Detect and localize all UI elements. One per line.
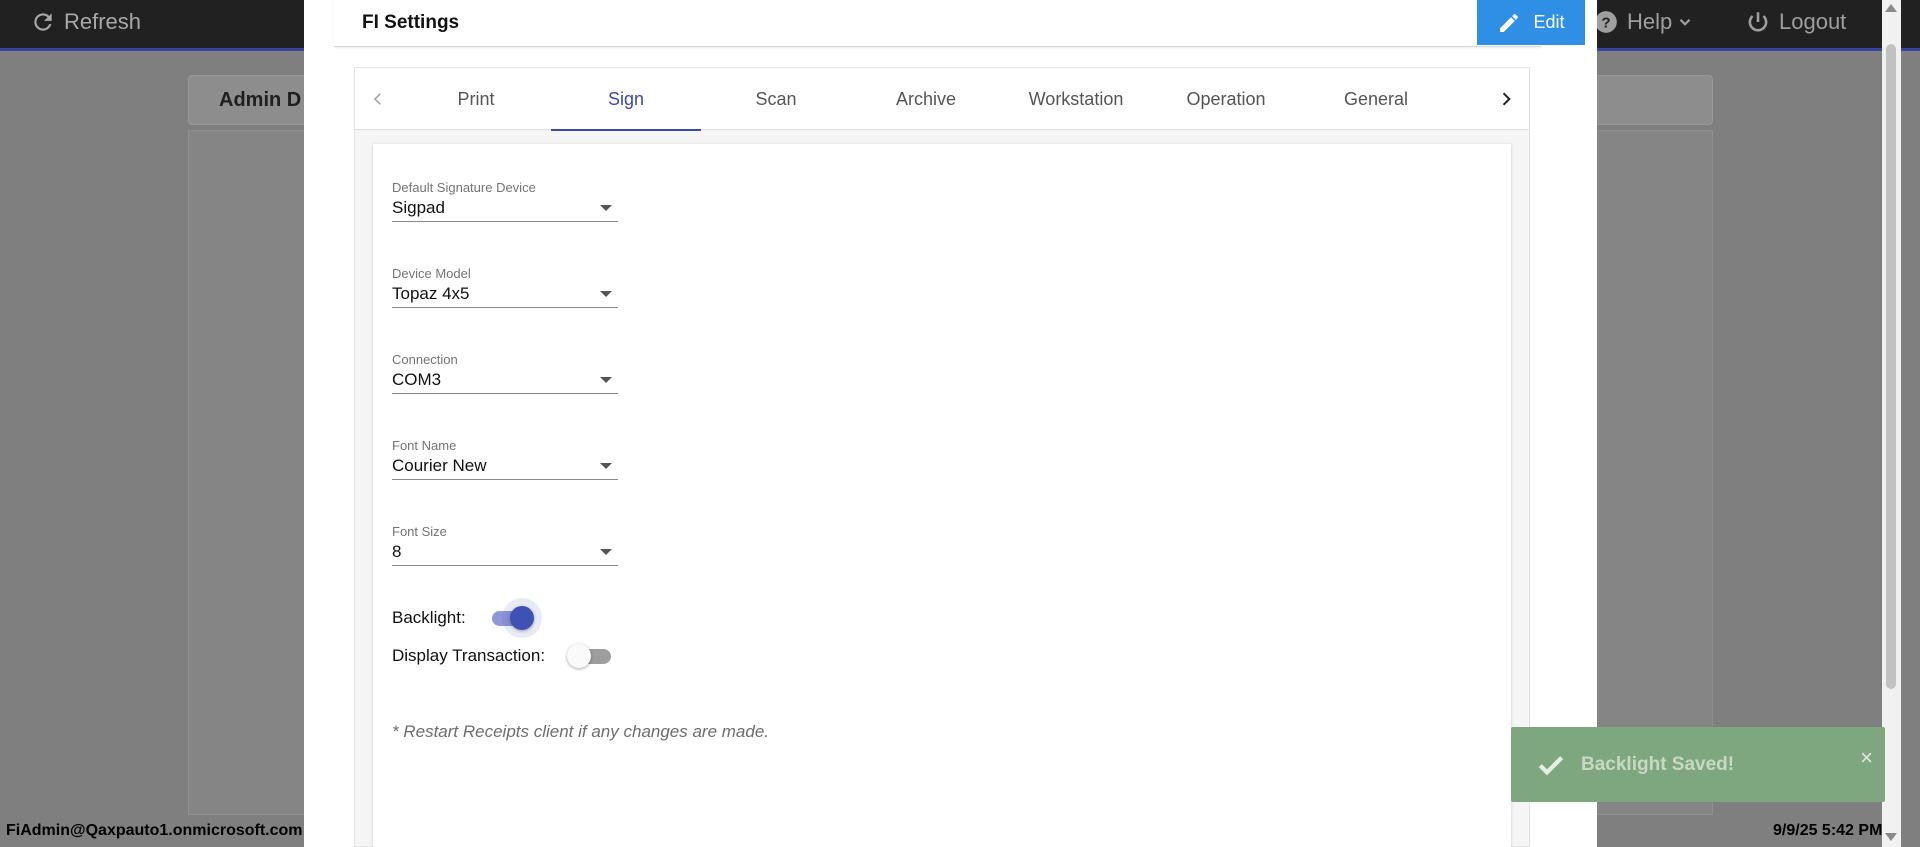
- close-icon[interactable]: ×: [1860, 747, 1873, 769]
- dropdown-arrow-icon: [600, 377, 612, 383]
- restart-note: * Restart Receipts client if any changes…: [392, 722, 770, 741]
- display-transaction-toggle[interactable]: [567, 644, 612, 668]
- user-email: FiAdmin@Qaxpauto1.onmicrosoft.com: [6, 822, 303, 839]
- logout-label: Logout: [1779, 9, 1847, 34]
- pencil-icon: [1500, 13, 1519, 32]
- default-signature-device-select[interactable]: Default Signature Device Sigpad: [392, 180, 618, 222]
- tab-scroll-right-button[interactable]: [1483, 68, 1529, 130]
- select-box: 8: [392, 539, 618, 566]
- checkmark-icon: [1538, 755, 1564, 775]
- field-value: 8: [392, 542, 402, 561]
- refresh-button[interactable]: Refresh: [30, 0, 141, 44]
- chevron-right-icon: [1502, 92, 1511, 106]
- datetime: 9/9/25 5:42 PM: [1773, 822, 1883, 839]
- power-icon: [1748, 12, 1768, 32]
- modal-scrollbar[interactable]: [1882, 0, 1901, 847]
- field-value: COM3: [392, 370, 442, 389]
- field-label: Font Name: [392, 438, 457, 453]
- dropdown-arrow-icon: [600, 205, 612, 211]
- edit-button[interactable]: Edit: [1477, 0, 1585, 45]
- tab-scan[interactable]: Scan: [701, 68, 851, 130]
- refresh-icon: [34, 13, 52, 31]
- refresh-label: Refresh: [64, 9, 142, 34]
- tab-print[interactable]: Print: [401, 68, 551, 130]
- dropdown-arrow-icon: [600, 291, 612, 297]
- chevron-left-icon: [373, 93, 381, 105]
- select-box: Topaz 4x5: [392, 281, 618, 308]
- scroll-down-arrow-icon[interactable]: [1885, 833, 1897, 841]
- select-box: Courier New: [392, 453, 618, 480]
- tab-archive[interactable]: Archive: [851, 68, 1001, 130]
- tab-scroll-left-button[interactable]: [355, 68, 401, 130]
- backlight-label: Backlight:: [392, 608, 466, 627]
- dropdown-arrow-icon: [600, 463, 612, 469]
- help-label: Help: [1627, 9, 1673, 34]
- fi-settings-modal: FI Settings Edit Print Sign Scan Archive…: [304, 0, 1901, 847]
- tab-workstation[interactable]: Workstation: [1001, 68, 1151, 130]
- connection-select[interactable]: Connection COM3: [392, 352, 618, 394]
- help-menu-button[interactable]: ? Help: [1593, 0, 1702, 44]
- font-size-select[interactable]: Font Size 8: [392, 524, 618, 566]
- settings-tabs-container: Print Sign Scan Archive Workstation Oper…: [354, 67, 1530, 847]
- font-name-select[interactable]: Font Name Courier New: [392, 438, 618, 480]
- chevron-down-icon: [1679, 18, 1691, 26]
- field-label: Default Signature Device: [392, 180, 536, 195]
- svg-text:?: ?: [1601, 14, 1610, 31]
- select-box: COM3: [392, 367, 618, 394]
- tab-bar: Print Sign Scan Archive Workstation Oper…: [355, 68, 1529, 131]
- logout-button[interactable]: Logout: [1745, 0, 1846, 44]
- modal-header: FI Settings Edit: [334, 0, 1585, 47]
- modal-title: FI Settings: [362, 12, 460, 33]
- scroll-up-arrow-icon[interactable]: [1885, 4, 1897, 12]
- select-box: Sigpad: [392, 195, 618, 222]
- field-label: Device Model: [392, 266, 471, 281]
- toast-notification: Backlight Saved! ×: [1511, 727, 1885, 802]
- edit-label: Edit: [1533, 12, 1565, 32]
- backlight-toggle[interactable]: [488, 606, 534, 630]
- field-label: Connection: [392, 352, 458, 367]
- field-value: Topaz 4x5: [392, 284, 470, 303]
- dropdown-arrow-icon: [600, 549, 612, 555]
- scrollbar-thumb[interactable]: [1886, 44, 1896, 689]
- device-model-select[interactable]: Device Model Topaz 4x5: [392, 266, 618, 308]
- backlight-row: Backlight:: [392, 606, 534, 630]
- toast-message: Backlight Saved!: [1581, 753, 1735, 775]
- tab-sign[interactable]: Sign: [551, 68, 701, 131]
- display-transaction-label: Display Transaction:: [392, 646, 546, 665]
- admin-card-title: Admin D: [219, 89, 302, 111]
- field-label: Font Size: [392, 524, 447, 539]
- field-value: Sigpad: [392, 198, 445, 217]
- tab-operation[interactable]: Operation: [1151, 68, 1301, 130]
- sign-settings-panel: Default Signature Device Sigpad Device M…: [373, 144, 1511, 847]
- field-value: Courier New: [392, 456, 487, 475]
- tab-general[interactable]: General: [1301, 68, 1451, 130]
- display-transaction-row: Display Transaction:: [392, 644, 612, 668]
- switch-thumb: [567, 644, 592, 668]
- switch-thumb: [509, 606, 534, 630]
